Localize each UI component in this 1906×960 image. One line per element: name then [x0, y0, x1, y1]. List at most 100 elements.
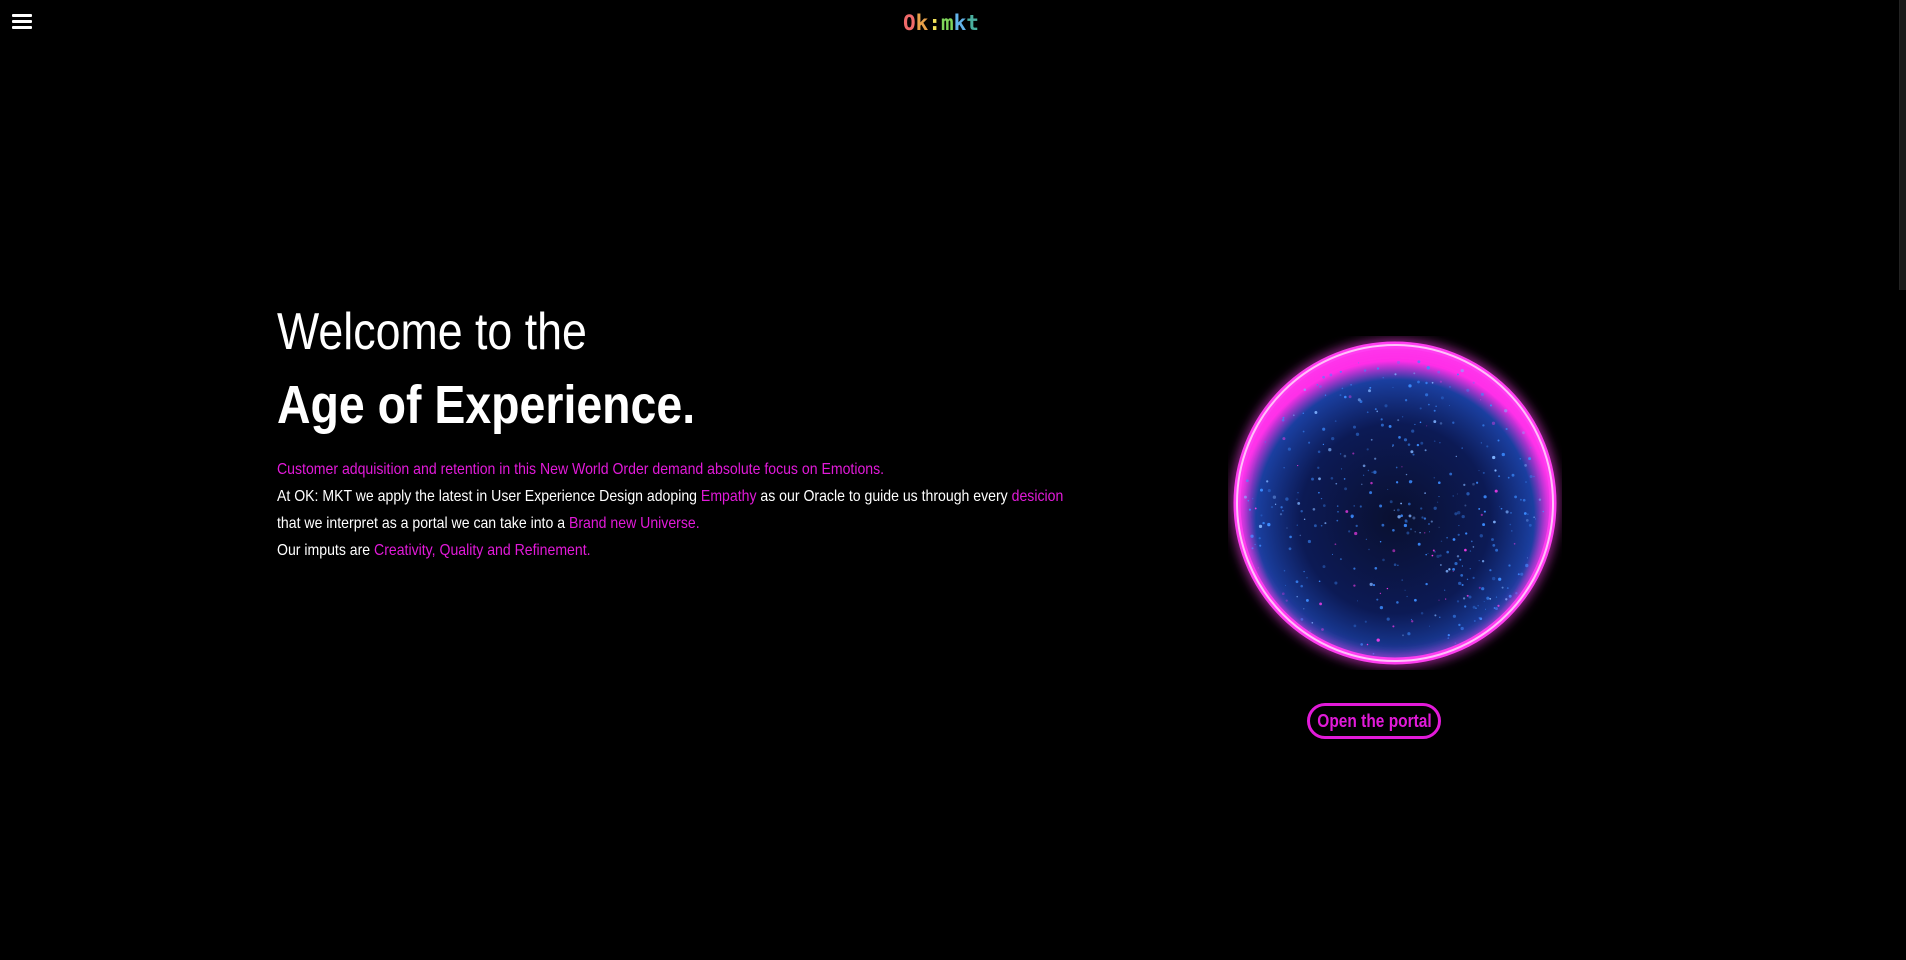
portal-particle — [1353, 505, 1355, 507]
portal-particle — [1292, 414, 1295, 417]
portal-particle — [1396, 360, 1401, 364]
portal-particle — [1379, 605, 1384, 610]
portal-particle — [1368, 389, 1371, 393]
portal-particle — [1508, 564, 1511, 567]
portal-particle — [1248, 508, 1251, 511]
portal-particle — [1472, 605, 1476, 609]
portal-particle — [1458, 525, 1460, 527]
portal-particle — [1367, 469, 1370, 472]
portal-particle — [1421, 516, 1424, 519]
portal-particle — [1247, 499, 1250, 502]
hamburger-menu-icon[interactable] — [12, 14, 32, 30]
portal-particle — [1492, 576, 1496, 581]
portal-particle — [1439, 442, 1441, 444]
portal-particle — [1510, 512, 1512, 514]
portal-particle — [1251, 547, 1254, 550]
portal-particle — [1408, 384, 1412, 388]
logo[interactable]: Ok:mkt — [903, 11, 979, 35]
portal-particle — [1369, 386, 1372, 389]
portal-particle — [1372, 652, 1375, 655]
scrollbar[interactable] — [1899, 0, 1906, 290]
portal-particle — [1285, 497, 1289, 501]
portal-particle — [1300, 510, 1303, 513]
portal-particle — [1331, 553, 1333, 555]
portal-particle — [1387, 488, 1389, 490]
portal-particle — [1452, 614, 1456, 618]
portal-particle — [1296, 595, 1298, 598]
portal-particle — [1344, 395, 1347, 399]
portal-particle — [1458, 623, 1461, 627]
portal-particle — [1369, 491, 1373, 495]
portal-particle — [1522, 431, 1525, 435]
portal-particle — [1348, 530, 1351, 533]
logo-char: : — [928, 11, 941, 35]
portal-particle — [1401, 416, 1404, 418]
portal-particle — [1376, 410, 1379, 413]
portal-particle — [1423, 517, 1427, 520]
portal-particle — [1491, 421, 1496, 425]
portal-particle — [1452, 538, 1456, 541]
portal-particle — [1381, 523, 1385, 527]
hero-title-line1: Welcome to the — [277, 303, 587, 361]
portal-particle — [1382, 558, 1385, 562]
portal-particle — [1472, 576, 1475, 579]
portal-particle — [1297, 465, 1299, 467]
portal-particle — [1302, 412, 1305, 415]
portal-particle — [1376, 598, 1379, 601]
portal-particle — [1449, 386, 1451, 388]
portal-particle — [1480, 399, 1482, 401]
portal-particle — [1428, 523, 1430, 525]
hero-title-line2: Age of Experience. — [277, 375, 696, 435]
portal-particle — [1322, 504, 1326, 507]
portal-particle — [1533, 475, 1535, 478]
portal-particle — [1498, 475, 1501, 478]
portal-particle — [1466, 388, 1470, 392]
portal-particle — [1410, 618, 1413, 621]
portal-orb[interactable] — [1228, 336, 1562, 670]
portal-particle — [1308, 441, 1311, 444]
portal-particle — [1452, 570, 1454, 573]
portal-particle — [1313, 524, 1317, 528]
portal-particle — [1525, 563, 1529, 568]
portal-particle — [1379, 504, 1383, 508]
portal-particle — [1300, 618, 1304, 621]
portal-particle — [1473, 620, 1476, 622]
portal-particle — [1434, 551, 1436, 553]
portal-particle — [1445, 598, 1447, 600]
portal-particle — [1371, 471, 1373, 474]
portal-particle — [1272, 495, 1277, 499]
portal-particle — [1408, 514, 1412, 518]
portal-particle — [1331, 436, 1335, 441]
paragraph-line: Customer adquisition and retention in th… — [277, 456, 1069, 483]
portal-particle — [1410, 480, 1413, 483]
portal-particle — [1322, 427, 1326, 431]
portal-particle — [1397, 419, 1400, 422]
portal-particle — [1457, 533, 1460, 536]
portal-particle — [1470, 540, 1473, 543]
portal-particle — [1434, 614, 1437, 617]
portal-particle — [1461, 514, 1465, 519]
portal-particle — [1438, 599, 1440, 601]
portal-particle — [1525, 519, 1529, 522]
portal-particle — [1445, 569, 1449, 573]
portal-particle — [1339, 370, 1342, 373]
portal-particle — [1373, 470, 1377, 474]
portal-particle — [1505, 598, 1508, 601]
portal-particle — [1287, 447, 1291, 451]
portal-particle — [1324, 522, 1327, 525]
open-portal-button[interactable]: Open the portal — [1307, 703, 1441, 739]
portal-particle — [1270, 506, 1274, 509]
portal-particle — [1354, 531, 1358, 536]
portal-particle — [1482, 424, 1485, 427]
portal-particle — [1458, 581, 1462, 586]
portal-particle — [1437, 501, 1439, 503]
portal-particle — [1523, 512, 1527, 515]
portal-particle — [1353, 584, 1356, 587]
portal-particle — [1297, 492, 1299, 494]
portal-particle — [1499, 506, 1501, 508]
portal-particle — [1501, 452, 1505, 457]
portal-particle — [1366, 411, 1369, 414]
logo-char: m — [940, 11, 954, 35]
portal-particle — [1370, 481, 1373, 485]
portal-particle — [1366, 643, 1369, 646]
